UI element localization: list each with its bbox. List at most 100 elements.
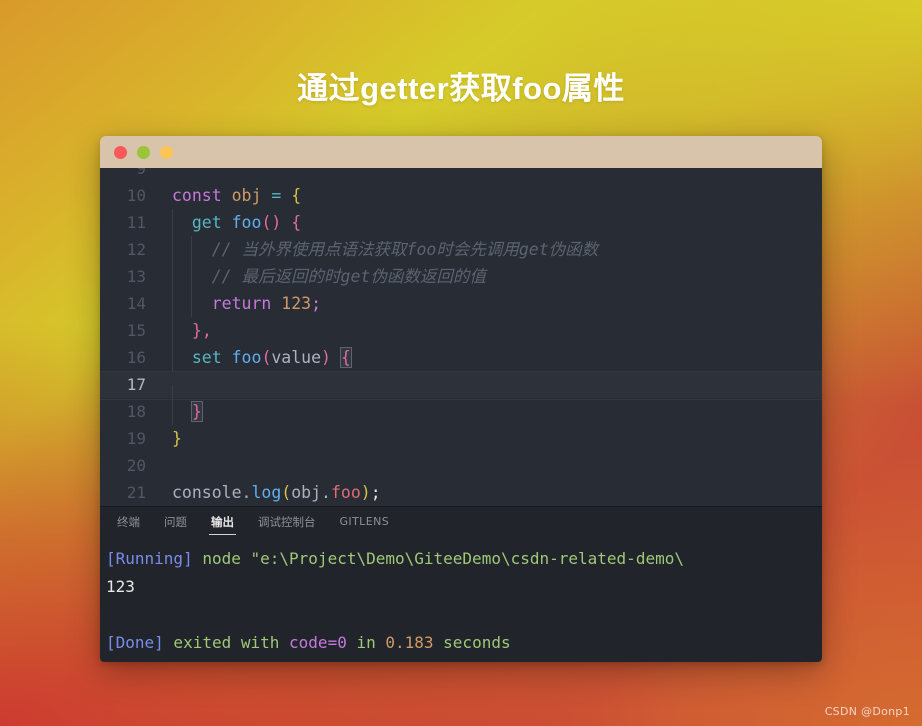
indent-guide xyxy=(172,209,173,236)
token-paren: ) xyxy=(321,348,331,367)
code-line: 11 get foo() { xyxy=(100,209,822,236)
window-titlebar xyxy=(100,136,822,168)
line-number: 14 xyxy=(126,294,146,313)
indent-guide xyxy=(172,290,173,317)
indent-guide xyxy=(172,344,173,371)
tab-terminal[interactable]: 终端 xyxy=(105,507,152,537)
tab-output[interactable]: 输出 xyxy=(199,507,246,537)
tab-problems[interactable]: 问题 xyxy=(152,507,199,537)
line-number: 15 xyxy=(126,321,146,340)
code-line-text: } xyxy=(162,398,822,425)
watermark: CSDN @Donp1 xyxy=(824,705,910,718)
code-scroll-area: 9 10 const obj = { 11 get foo() { 12 // … xyxy=(100,168,822,506)
indent-guide xyxy=(191,236,192,263)
tab-debug-console[interactable]: 调试控制台 xyxy=(246,507,328,537)
token-parameter: value xyxy=(271,348,322,367)
token-comment: // 当外界使用点语法获取foo时会先调用get伪函数 xyxy=(211,240,599,259)
token-brace-match: { xyxy=(339,347,352,368)
token-punctuation: , xyxy=(201,321,212,340)
done-seconds-text: seconds xyxy=(433,633,511,652)
line-number: 21 xyxy=(126,483,146,502)
maximize-icon[interactable] xyxy=(160,145,173,159)
token-object: console xyxy=(172,483,242,502)
indent-guide xyxy=(191,290,192,317)
line-number: 10 xyxy=(126,186,146,205)
indent-guide xyxy=(172,398,173,425)
token-operator: = xyxy=(271,186,282,205)
code-line: 9 xyxy=(100,168,822,182)
output-line-running: [Running] node "e:\Project\Demo\GiteeDem… xyxy=(106,545,822,573)
running-tag: [Running] xyxy=(106,549,193,568)
line-number: 17 xyxy=(126,375,146,394)
output-blank-line xyxy=(106,601,822,629)
token-accessor: get xyxy=(191,213,222,232)
token-punctuation: ; xyxy=(370,483,381,502)
line-number: 19 xyxy=(126,429,146,448)
code-line: 15 }, xyxy=(100,317,822,344)
line-number: 12 xyxy=(126,240,146,259)
token-number: 123 xyxy=(281,294,312,313)
done-exit-code: code=0 xyxy=(289,633,347,652)
output-console[interactable]: [Running] node "e:\Project\Demo\GiteeDem… xyxy=(100,537,822,662)
code-line: 21 console.log(obj.foo); xyxy=(100,479,822,506)
code-line-text: } xyxy=(162,425,822,452)
output-line-done: [Done] exited with code=0 in 0.183 secon… xyxy=(106,629,822,657)
token-brace: { xyxy=(291,186,302,205)
output-result-value: 123 xyxy=(106,577,135,596)
code-line: 20 xyxy=(100,452,822,479)
token-identifier: obj xyxy=(291,483,322,502)
code-line-text: const obj = { xyxy=(162,182,822,209)
indent-guide xyxy=(172,317,173,344)
done-tag: [Done] xyxy=(106,633,164,652)
token-paren: ( xyxy=(281,483,292,502)
token-dot: . xyxy=(241,483,252,502)
code-window: 9 10 const obj = { 11 get foo() { 12 // … xyxy=(100,136,822,662)
code-line: 16 set foo(value) { xyxy=(100,344,822,371)
code-line-text: // 最后返回的时get伪函数返回的值 xyxy=(162,263,822,290)
done-duration: 0.183 xyxy=(385,633,434,652)
code-line-text: console.log(obj.foo); xyxy=(162,479,822,506)
token-paren: ( xyxy=(261,213,272,232)
token-punctuation: ; xyxy=(311,294,322,313)
done-exited-text: exited with xyxy=(163,633,290,652)
token-method: log xyxy=(251,483,282,502)
tab-gitlens[interactable]: GITLENS xyxy=(328,507,402,537)
code-editor[interactable]: 9 10 const obj = { 11 get foo() { 12 // … xyxy=(100,168,822,506)
token-paren: ) xyxy=(271,213,282,232)
token-accessor: set xyxy=(191,348,222,367)
token-brace: { xyxy=(291,213,302,232)
running-command: node "e:\Project\Demo\GiteeDemo\csdn-rel… xyxy=(192,549,684,568)
token-property: foo xyxy=(330,483,361,502)
token-function: foo xyxy=(231,348,262,367)
code-line-text: }, xyxy=(162,317,822,344)
code-line-active: 17 xyxy=(100,371,822,412)
code-line: 18 } xyxy=(100,398,822,425)
line-number: 18 xyxy=(126,402,146,421)
token-paren: ( xyxy=(261,348,272,367)
line-number: 13 xyxy=(126,267,146,286)
code-line-text: // 当外界使用点语法获取foo时会先调用get伪函数 xyxy=(162,236,822,263)
page-title: 通过getter获取foo属性 xyxy=(297,71,625,106)
token-brace: } xyxy=(172,429,182,448)
token-paren: ) xyxy=(360,483,371,502)
minimize-icon[interactable] xyxy=(137,145,150,159)
line-number: 9 xyxy=(136,168,146,178)
indent-guide xyxy=(191,263,192,290)
done-in-text: in xyxy=(346,633,386,652)
code-line-text: set foo(value) { xyxy=(162,344,822,371)
code-line: 19 } xyxy=(100,425,822,452)
code-line: 13 // 最后返回的时get伪函数返回的值 xyxy=(100,263,822,290)
line-number: 11 xyxy=(126,213,146,232)
panel-tab-bar: 终端 问题 输出 调试控制台 GITLENS xyxy=(100,507,822,537)
indent-guide xyxy=(172,236,173,263)
token-brace: } xyxy=(191,321,202,340)
line-number: 20 xyxy=(126,456,146,475)
code-line: 14 return 123; xyxy=(100,290,822,317)
code-line: 10 const obj = { xyxy=(100,182,822,209)
close-icon[interactable] xyxy=(114,145,127,159)
token-keyword: return xyxy=(211,294,272,313)
token-brace-match: } xyxy=(190,401,203,422)
bottom-panel: 终端 问题 输出 调试控制台 GITLENS [Running] node "e… xyxy=(100,506,822,662)
indent-guide xyxy=(172,263,173,290)
code-line: 12 // 当外界使用点语法获取foo时会先调用get伪函数 xyxy=(100,236,822,263)
